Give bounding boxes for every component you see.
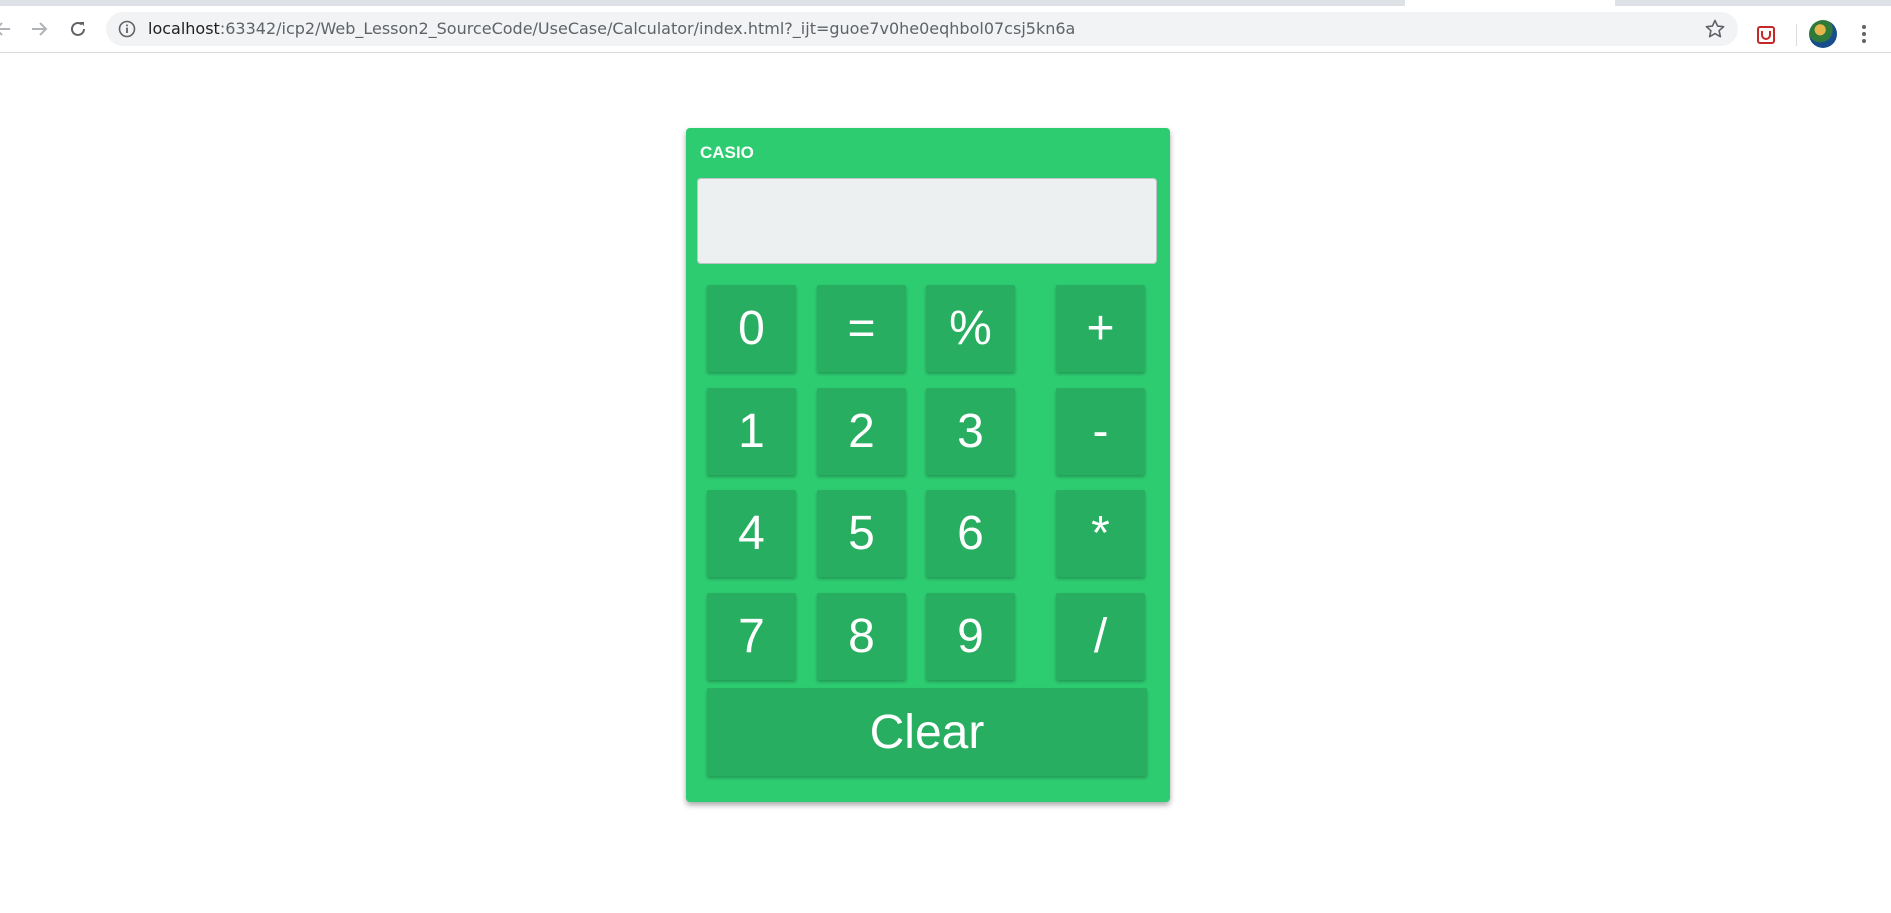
kebab-menu-icon[interactable] <box>1852 20 1876 48</box>
reload-icon[interactable] <box>61 12 95 46</box>
key-3[interactable]: 3 <box>926 388 1015 475</box>
url-text[interactable]: localhost:63342/icp2/Web_Lesson2_SourceC… <box>148 12 1075 46</box>
key-6[interactable]: 6 <box>926 490 1015 577</box>
extension-icon[interactable] <box>1752 21 1780 49</box>
calculator: CASIO 0 = % + 1 2 3 - 4 5 6 * 7 8 9 / Cl… <box>686 128 1170 802</box>
toolbar-divider <box>1796 24 1797 46</box>
info-icon[interactable] <box>118 20 136 38</box>
key-5[interactable]: 5 <box>817 490 906 577</box>
key-divide[interactable]: / <box>1056 593 1145 680</box>
back-arrow-icon[interactable] <box>0 12 20 46</box>
clear-button[interactable]: Clear <box>707 688 1147 776</box>
url-host: localhost <box>148 19 220 38</box>
key-0[interactable]: 0 <box>707 285 796 372</box>
key-percent[interactable]: % <box>926 285 1015 372</box>
calculator-display[interactable] <box>697 178 1157 264</box>
key-1[interactable]: 1 <box>707 388 796 475</box>
key-9[interactable]: 9 <box>926 593 1015 680</box>
avatar[interactable] <box>1809 20 1837 48</box>
key-7[interactable]: 7 <box>707 593 796 680</box>
url-path: :63342/icp2/Web_Lesson2_SourceCode/UseCa… <box>219 19 1076 38</box>
key-minus[interactable]: - <box>1056 388 1145 475</box>
browser-toolbar: localhost:63342/icp2/Web_Lesson2_SourceC… <box>0 6 1891 53</box>
key-multiply[interactable]: * <box>1056 490 1145 577</box>
star-icon[interactable] <box>1704 18 1726 40</box>
forward-arrow-icon[interactable] <box>22 12 56 46</box>
address-bar[interactable]: localhost:63342/icp2/Web_Lesson2_SourceC… <box>106 12 1738 46</box>
key-4[interactable]: 4 <box>707 490 796 577</box>
key-2[interactable]: 2 <box>817 388 906 475</box>
key-8[interactable]: 8 <box>817 593 906 680</box>
key-plus[interactable]: + <box>1056 285 1145 372</box>
key-equals[interactable]: = <box>817 285 906 372</box>
calculator-brand: CASIO <box>700 143 754 162</box>
